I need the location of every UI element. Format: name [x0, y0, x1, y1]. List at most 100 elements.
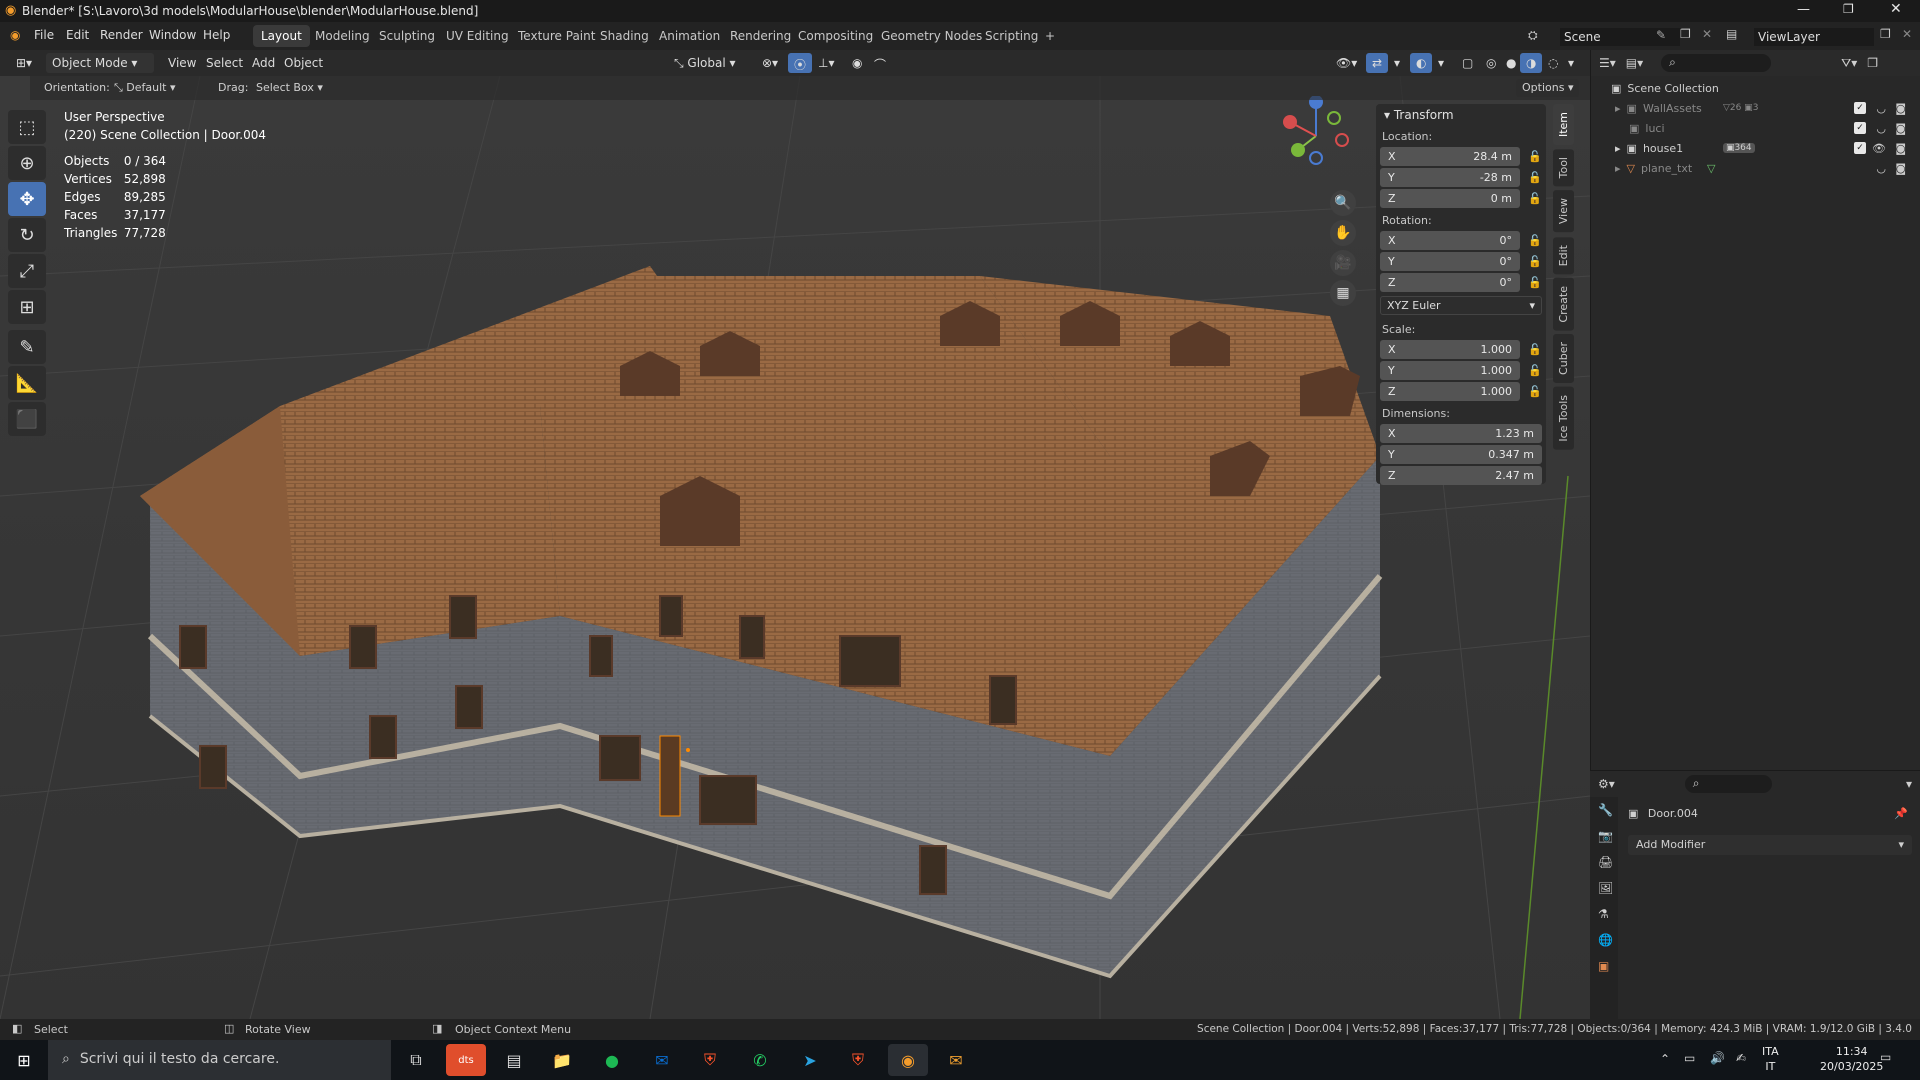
pan-hand-icon[interactable]: ✋: [1330, 220, 1356, 246]
pivot-icon[interactable]: ⊗▾: [756, 53, 784, 73]
eye-closed-icon[interactable]: ◡: [1876, 122, 1886, 135]
tab-uv-editing[interactable]: UV Editing: [438, 25, 517, 47]
outliner-item-house1[interactable]: ▸ ▣ house1 ▣364 ✓ 👁 ◙: [1591, 138, 1920, 158]
shading-dropdown-icon[interactable]: ▾: [1562, 53, 1580, 73]
menu-select[interactable]: Select: [200, 53, 249, 73]
outliner-search-field[interactable]: ⌕: [1661, 54, 1772, 72]
editor-type-icon[interactable]: ⊞▾: [10, 53, 38, 73]
menu-edit[interactable]: Edit: [66, 28, 89, 42]
file-manager-icon[interactable]: 📁: [542, 1044, 582, 1076]
taskbar-search-field[interactable]: ⌕ Scrivi qui il testo da cercare.: [48, 1040, 391, 1080]
close-icon[interactable]: ✕: [1890, 1, 1902, 17]
menu-add[interactable]: Add: [246, 53, 281, 73]
xray-icon[interactable]: ▢: [1456, 53, 1479, 73]
tab-scripting[interactable]: Scripting: [977, 25, 1046, 47]
tab-animation[interactable]: Animation: [651, 25, 728, 47]
select-box-tool-icon[interactable]: ⬚: [8, 110, 46, 144]
tab-layout[interactable]: Layout: [253, 25, 310, 47]
tab-ice-tools[interactable]: Ice Tools: [1553, 387, 1574, 450]
maximize-icon[interactable]: ❐: [1843, 2, 1854, 16]
remove-scene-icon[interactable]: ✕: [1702, 27, 1712, 41]
windows-start-icon[interactable]: ⊞: [4, 1044, 44, 1076]
lock-icon[interactable]: 🔓: [1528, 234, 1542, 247]
snap-target-icon[interactable]: ⊥▾: [812, 53, 840, 73]
lock-icon[interactable]: 🔓: [1528, 343, 1542, 356]
falloff-icon[interactable]: ⌒: [868, 53, 892, 73]
dimensions-x-field[interactable]: X 1.23 m: [1380, 424, 1542, 443]
telegram-icon[interactable]: ➤: [790, 1044, 830, 1076]
render-props-icon[interactable]: 📷: [1590, 823, 1618, 849]
tab-modeling[interactable]: Modeling: [307, 25, 378, 47]
zoom-icon[interactable]: 🔍: [1330, 190, 1356, 216]
outlook-icon[interactable]: ✉: [642, 1044, 682, 1076]
overlay-toggle-icon[interactable]: ◐: [1410, 53, 1433, 73]
location-z-field[interactable]: Z 0 m 🔓: [1380, 189, 1542, 208]
outliner-item-wallassets[interactable]: ▸ ▣ WallAssets ▽26 ▣3 ✓ ◡ ◙: [1591, 98, 1920, 118]
notifications-icon[interactable]: ▭: [1880, 1050, 1891, 1064]
menu-view[interactable]: View: [162, 53, 202, 73]
menu-render[interactable]: Render: [100, 28, 143, 42]
move-tool-icon[interactable]: ✥: [8, 182, 46, 216]
menu-help[interactable]: Help: [203, 28, 230, 42]
scene-selector-icon[interactable]: ⛭: [1528, 28, 1538, 43]
options-dropdown[interactable]: Options ▾: [1516, 79, 1580, 97]
tab-texture-paint[interactable]: Texture Paint: [510, 25, 603, 47]
lock-icon[interactable]: 🔓: [1528, 276, 1542, 289]
outliner-root[interactable]: ▣ Scene Collection: [1591, 78, 1920, 98]
scale-x-field[interactable]: X 1.000 🔓: [1380, 340, 1542, 359]
outliner-editor-icon[interactable]: ☰▾: [1599, 56, 1616, 70]
lock-icon[interactable]: 🔓: [1528, 364, 1542, 377]
add-cube-tool-icon[interactable]: ⬛: [8, 402, 46, 436]
transform-orientation[interactable]: ⤡ Global ▾: [668, 53, 742, 73]
tab-shading[interactable]: Shading: [592, 25, 657, 47]
display-mode-icon[interactable]: ▤▾: [1626, 56, 1643, 70]
transform-tool-icon[interactable]: ⊞: [8, 290, 46, 324]
eye-closed-icon[interactable]: ◡: [1876, 102, 1886, 115]
measure-tool-icon[interactable]: 📐: [8, 366, 46, 400]
drag-dropdown[interactable]: Select Box ▾: [252, 79, 332, 97]
properties-editor-icon[interactable]: ⚙▾: [1598, 777, 1615, 791]
tab-sculpting[interactable]: Sculpting: [371, 25, 443, 47]
tab-rendering[interactable]: Rendering: [722, 25, 799, 47]
expand-icon[interactable]: ▸: [1615, 142, 1621, 155]
scale-z-field[interactable]: Z 1.000 🔓: [1380, 382, 1542, 401]
menu-file[interactable]: File: [34, 28, 54, 42]
filter-icon[interactable]: ⛛▾: [1841, 56, 1857, 71]
spotify-icon[interactable]: ●: [592, 1044, 632, 1076]
dts-app-icon[interactable]: dts: [446, 1044, 486, 1076]
lock-icon[interactable]: 🔓: [1528, 192, 1542, 205]
location-x-field[interactable]: X 28.4 m 🔓: [1380, 147, 1542, 166]
brave-icon[interactable]: ⛨: [690, 1044, 730, 1076]
perspective-toggle-icon[interactable]: ▦: [1330, 280, 1356, 306]
tab-create[interactable]: Create: [1553, 277, 1574, 331]
material-shading-icon[interactable]: ◑: [1520, 53, 1543, 73]
lock-icon[interactable]: 🔓: [1528, 385, 1542, 398]
dimensions-y-field[interactable]: Y 0.347 m: [1380, 445, 1542, 464]
lock-icon[interactable]: 🔓: [1528, 171, 1542, 184]
explorer-app-icon[interactable]: ▤: [494, 1044, 534, 1076]
world-props-icon[interactable]: 🌐: [1590, 927, 1618, 953]
tab-geometry-nodes[interactable]: Geometry Nodes: [873, 25, 990, 47]
rotation-y-field[interactable]: Y 0° 🔓: [1380, 252, 1542, 271]
tray-chevron-icon[interactable]: ⌃: [1660, 1052, 1670, 1066]
chevron-down-icon[interactable]: ▾: [1906, 777, 1912, 791]
tab-cuber[interactable]: Cuber: [1553, 334, 1574, 384]
properties-search-field[interactable]: ⌕: [1684, 775, 1772, 793]
task-view-icon[interactable]: ⧉: [396, 1044, 436, 1076]
pin-icon[interactable]: ✎: [1656, 28, 1666, 42]
scale-y-field[interactable]: Y 1.000 🔓: [1380, 361, 1542, 380]
rotation-x-field[interactable]: X 0° 🔓: [1380, 231, 1542, 250]
camera-icon[interactable]: ◙: [1895, 122, 1906, 135]
expand-icon[interactable]: ▸: [1615, 102, 1621, 115]
snap-icon[interactable]: ⦿: [788, 53, 813, 73]
gizmo-toggle-icon[interactable]: ⇄: [1366, 53, 1389, 73]
remove-view-layer-icon[interactable]: ✕: [1902, 27, 1912, 41]
rotation-z-field[interactable]: Z 0° 🔓: [1380, 273, 1542, 292]
orientation-dropdown[interactable]: ⤡ Default ▾: [110, 79, 206, 97]
menu-object[interactable]: Object: [278, 53, 329, 73]
checkbox-icon[interactable]: ✓: [1854, 142, 1866, 154]
blender-menu-icon[interactable]: ◉: [10, 28, 20, 42]
clock[interactable]: 11:34 20/03/2025: [1820, 1044, 1883, 1074]
gizmo-dropdown-icon[interactable]: ▾: [1388, 53, 1406, 73]
annotate-tool-icon[interactable]: ✎: [8, 330, 46, 364]
